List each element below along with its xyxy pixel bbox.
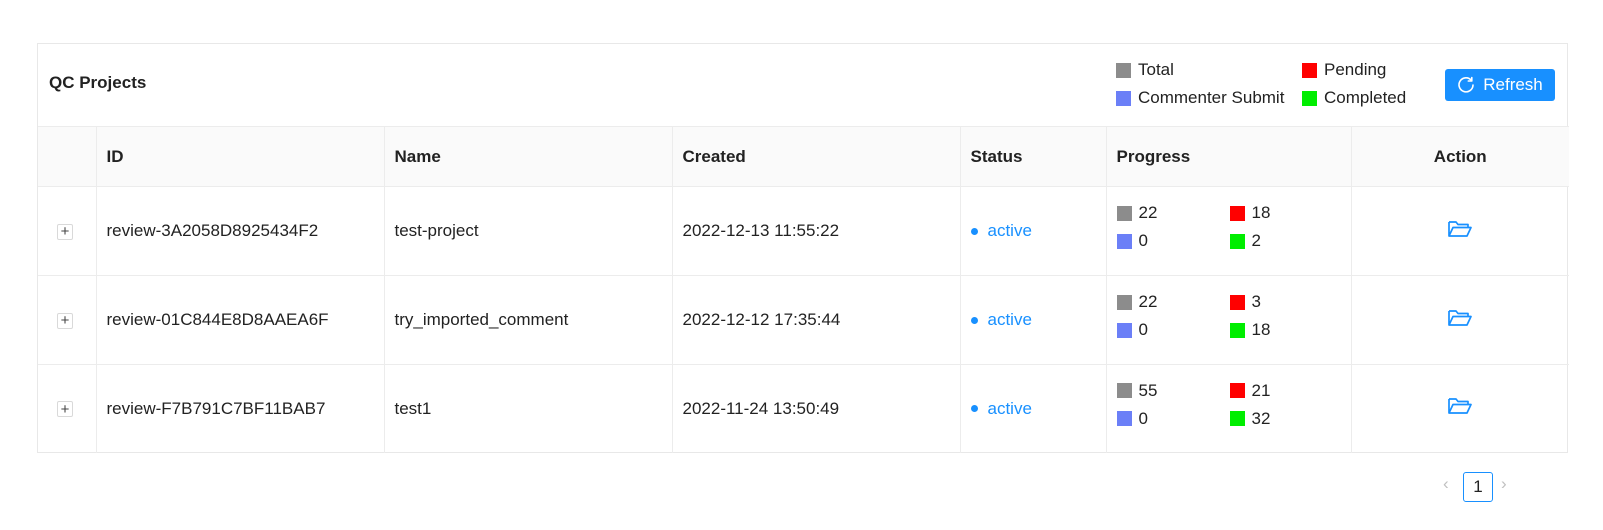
progress-counts: 22 3 0 18 <box>1116 292 1337 348</box>
project-id: review-01C844E8D8AAEA6F <box>96 275 385 365</box>
status-dot-icon <box>970 405 978 413</box>
pending-swatch <box>1229 205 1245 221</box>
status-label: active <box>987 398 1032 418</box>
legend-label: Total <box>1138 60 1174 79</box>
table-header-row: ID Name Created Status Progress Action <box>38 126 1569 187</box>
expand-row-button[interactable]: + <box>57 401 73 418</box>
legend-item-pending: Pending <box>1302 60 1386 80</box>
legend-item-commenter-submit: Commenter Submit <box>1116 88 1284 108</box>
completed-count: 18 <box>1251 320 1271 339</box>
pending-count: 3 <box>1251 292 1261 311</box>
projects-table: ID Name Created Status Progress Action +… <box>38 126 1569 453</box>
refresh-button[interactable]: Refresh <box>1445 69 1555 101</box>
pending-count: 21 <box>1251 380 1271 400</box>
pending-swatch <box>1302 62 1317 78</box>
pagination: ‹ 1 › <box>1440 472 1530 502</box>
project-name: test-project <box>384 186 673 276</box>
commenter-count: 0 <box>1138 231 1148 250</box>
progress-commenter: 0 <box>1116 408 1148 429</box>
commenter-swatch <box>1116 90 1131 106</box>
table-row: + review-3A2058D8925434F2 test-project 2… <box>38 186 1569 276</box>
col-status-header: Status <box>960 126 1107 187</box>
table-row: + review-01C844E8D8AAEA6F try_imported_c… <box>38 275 1569 365</box>
project-id: review-F7B791C7BF11BAB7 <box>96 364 385 453</box>
chevron-left-icon[interactable]: ‹ <box>1443 474 1449 494</box>
progress-completed: 2 <box>1229 231 1261 251</box>
progress-commenter: 0 <box>1116 320 1148 340</box>
commenter-count: 0 <box>1138 320 1148 339</box>
commenter-swatch <box>1116 411 1132 427</box>
refresh-label: Refresh <box>1483 75 1543 94</box>
folder-open-icon[interactable] <box>1447 395 1473 417</box>
status-badge: active <box>970 310 1096 330</box>
project-created: 2022-11-24 13:50:49 <box>672 364 961 453</box>
total-count: 22 <box>1138 203 1158 222</box>
progress-completed: 32 <box>1229 408 1271 429</box>
col-expand-header <box>38 126 97 187</box>
commenter-swatch <box>1116 322 1132 338</box>
progress-commenter: 0 <box>1116 231 1148 251</box>
total-count: 22 <box>1138 292 1158 311</box>
status-label: active <box>987 221 1032 240</box>
panel-header: QC Projects Total Pending Commenter Subm… <box>38 44 1569 126</box>
pending-count: 18 <box>1251 203 1271 222</box>
reload-icon <box>1458 76 1475 93</box>
progress-total: 55 <box>1116 380 1158 401</box>
legend-item-total: Total <box>1116 60 1174 80</box>
legend-label: Pending <box>1324 60 1387 79</box>
col-action-header: Action <box>1351 126 1569 187</box>
qc-projects-panel: QC Projects Total Pending Commenter Subm… <box>37 43 1569 453</box>
pending-swatch <box>1229 383 1245 399</box>
total-swatch <box>1116 62 1131 78</box>
legend-label: Commenter Submit <box>1138 88 1285 107</box>
status-dot-icon <box>970 316 978 324</box>
status-dot-icon <box>970 227 978 235</box>
col-created-header: Created <box>672 126 961 187</box>
commenter-count: 0 <box>1138 408 1148 428</box>
table-row: + review-F7B791C7BF11BAB7 test1 2022-11-… <box>38 364 1569 453</box>
progress-completed: 18 <box>1229 320 1271 340</box>
page-number-current[interactable]: 1 <box>1463 472 1493 502</box>
completed-swatch <box>1229 233 1245 249</box>
col-id-header: ID <box>96 126 385 187</box>
chevron-right-icon[interactable]: › <box>1501 474 1507 494</box>
progress-pending: 3 <box>1229 292 1261 312</box>
col-name-header: Name <box>384 126 673 187</box>
status-badge: active <box>970 398 1096 419</box>
project-created: 2022-12-13 11:55:22 <box>672 186 961 276</box>
status-label: active <box>987 310 1032 329</box>
page-title: QC Projects <box>49 73 147 92</box>
commenter-swatch <box>1116 233 1132 249</box>
folder-open-icon[interactable] <box>1447 307 1473 329</box>
col-progress-header: Progress <box>1106 126 1352 187</box>
total-swatch <box>1116 205 1132 221</box>
expand-row-button[interactable]: + <box>57 312 73 329</box>
completed-count: 2 <box>1251 231 1261 250</box>
legend-item-completed: Completed <box>1302 88 1406 108</box>
completed-swatch <box>1229 411 1245 427</box>
project-name: try_imported_comment <box>384 275 673 365</box>
progress-counts: 22 18 0 2 <box>1116 203 1337 259</box>
expand-row-button[interactable]: + <box>57 223 73 240</box>
project-created: 2022-12-12 17:35:44 <box>672 275 961 365</box>
total-count: 55 <box>1138 380 1158 400</box>
completed-swatch <box>1302 90 1317 106</box>
progress-counts: 55 21 0 32 <box>1116 380 1337 437</box>
total-swatch <box>1116 383 1132 399</box>
folder-open-icon[interactable] <box>1447 218 1473 240</box>
legend-label: Completed <box>1324 88 1407 107</box>
progress-total: 22 <box>1116 203 1158 223</box>
progress-pending: 21 <box>1229 380 1271 401</box>
status-badge: active <box>970 221 1096 241</box>
project-name: test1 <box>384 364 673 453</box>
total-swatch <box>1116 294 1132 310</box>
completed-swatch <box>1229 322 1245 338</box>
progress-total: 22 <box>1116 292 1158 312</box>
progress-legend: Total Pending Commenter Submit Completed <box>1116 59 1426 119</box>
pending-swatch <box>1229 294 1245 310</box>
progress-pending: 18 <box>1229 203 1271 223</box>
project-id: review-3A2058D8925434F2 <box>96 186 385 276</box>
completed-count: 32 <box>1251 408 1271 428</box>
